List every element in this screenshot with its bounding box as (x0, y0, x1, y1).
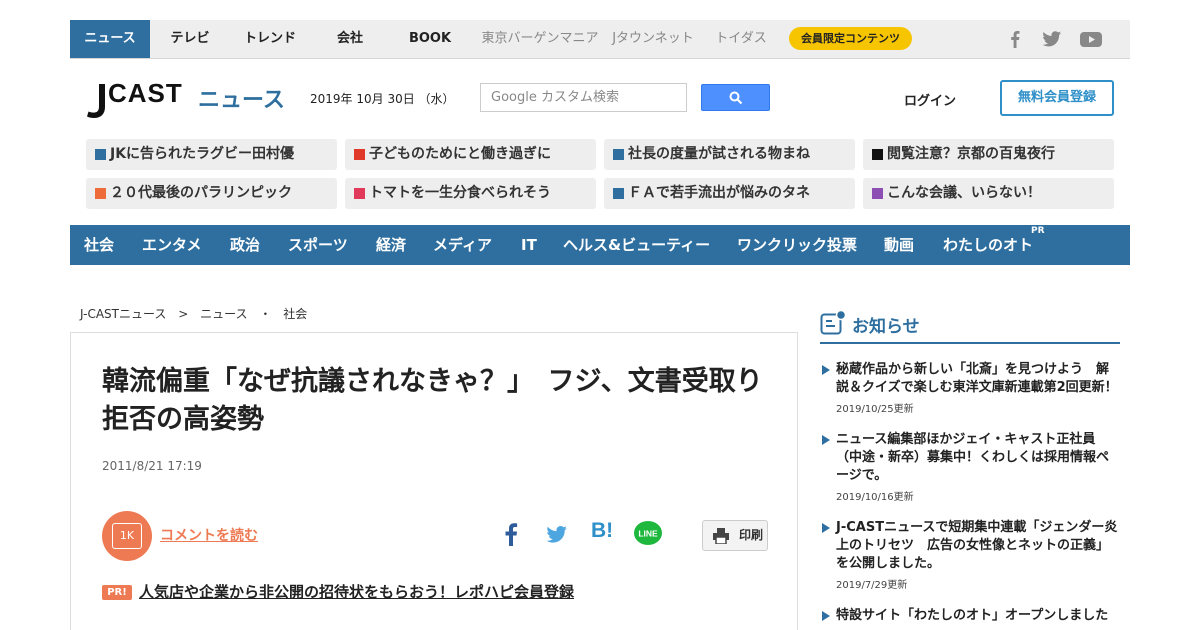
topic-item[interactable]: ＦＡで若手流出が悩みのタネ (604, 178, 855, 209)
topic-marker (613, 149, 624, 160)
pr-label: PR (1031, 226, 1045, 236)
notice-section-title: お知らせ (852, 317, 920, 337)
category-video[interactable]: 動画 (884, 225, 914, 265)
category-sports[interactable]: スポーツ (288, 225, 348, 265)
category-it[interactable]: IT (521, 225, 537, 265)
topnav-book[interactable]: BOOK (390, 20, 470, 58)
notice-item[interactable]: J-CASTニュースで短期集中連載「ジェンダー炎上のトリセツ 広告の女性像とネッ… (820, 519, 1120, 591)
topic-marker (872, 188, 883, 199)
breadcrumb-home[interactable]: J-CASTニュース (80, 307, 166, 321)
topic-label: ２０代最後のパラリンピック (110, 185, 292, 201)
breadcrumb: J-CASTニュース > ニュース ・ 社会 (80, 305, 315, 322)
twitter-share-icon[interactable] (545, 521, 569, 547)
breadcrumb-separator: ・ (259, 307, 272, 321)
category-entertainment[interactable]: エンタメ (142, 225, 202, 265)
category-navigation: 社会 エンタメ 政治 スポーツ 経済 メディア IT ヘルス&ビューティー ワン… (70, 225, 1130, 265)
comment-count: 1K (112, 523, 142, 549)
bullet-triangle-icon (822, 523, 830, 533)
line-share-icon[interactable]: LINE (633, 520, 663, 548)
member-content-button[interactable]: 会員限定コンテンツ (789, 27, 912, 50)
bullet-triangle-icon (822, 611, 830, 621)
topic-marker (354, 149, 365, 160)
pr-link[interactable]: 人気店や企業から非公開の招待状をもらおう！レポハピ会員登録 (139, 581, 574, 602)
topic-label: トマトを一生分食べられそう (369, 185, 551, 201)
topic-item[interactable]: 社長の度量が試される物まね (604, 139, 855, 170)
topic-item[interactable]: こんな会議、いらない！ (863, 178, 1114, 209)
topic-item[interactable]: 子どものためにと働き過ぎに (345, 139, 596, 170)
notice-item[interactable]: 秘蔵作品から新しい「北斎」を見つけよう 解説＆クイズで楽しむ東洋文庫新連載第2回… (820, 361, 1120, 421)
current-date: 2019年 10月 30日 （水） (310, 92, 455, 106)
search-icon (729, 91, 743, 105)
bullet-triangle-icon (822, 365, 830, 375)
category-watashi-no-oto[interactable]: わたしのオト (943, 225, 1033, 265)
topnav-trend[interactable]: トレンド (230, 20, 310, 58)
topic-label: ＦＡで若手流出が悩みのタネ (628, 185, 810, 201)
breadcrumb-separator: > (178, 307, 189, 321)
topic-label: こんな会議、いらない！ (887, 185, 1041, 201)
notice-icon (820, 310, 846, 335)
comment-count-badge[interactable]: 1K (102, 511, 152, 561)
notice-text[interactable]: 特設サイト「わたしのオト」オープンしました (836, 607, 1120, 625)
topnav-tv[interactable]: テレビ (150, 20, 230, 58)
topic-item[interactable]: ２０代最後のパラリンピック (86, 178, 337, 209)
topic-marker (613, 188, 624, 199)
svg-text:LINE: LINE (638, 529, 658, 539)
bullet-triangle-icon (822, 435, 830, 445)
topic-marker (872, 149, 883, 160)
breadcrumb-society[interactable]: 社会 (283, 307, 307, 321)
article-title: 韓流偏重「なぜ抗議されなきゃ？」 フジ、文書受取り拒否の高姿勢 (102, 366, 763, 435)
category-economy[interactable]: 経済 (376, 225, 406, 265)
topic-item[interactable]: 閲覧注意？京都の百鬼夜行 (863, 139, 1114, 170)
youtube-icon[interactable] (1079, 29, 1103, 49)
topic-label: JKに告られたラグビー田村優 (110, 146, 295, 162)
article-date: 2011/8/21 17:19 (102, 459, 202, 473)
facebook-share-icon[interactable] (502, 521, 522, 547)
logo-news: ニュース (198, 88, 285, 113)
jcast-news-logo[interactable]: CAST ニュース (86, 78, 286, 126)
topnav-bargain-mania[interactable]: 東京バーゲンマニア (476, 20, 604, 58)
topic-marker (354, 188, 365, 199)
notice-item[interactable]: ニュース編集部ほかジェイ・キャスト正社員（中途・新卒）募集中！くわしくは採用情報… (820, 431, 1120, 503)
topic-item[interactable]: JKに告られたラグビー田村優 (86, 139, 337, 170)
search-input[interactable]: Google カスタム検索 (480, 83, 687, 112)
article-panel: 韓流偏重「なぜ抗議されなきゃ？」 フジ、文書受取り拒否の高姿勢 2011/8/2… (70, 332, 798, 630)
login-link[interactable]: ログイン (904, 90, 956, 109)
notice-item[interactable]: 特設サイト「わたしのオト」オープンしました (820, 607, 1120, 630)
hatena-bookmark-icon[interactable]: B! (591, 519, 613, 543)
topic-label: 社長の度量が試される物まね (628, 146, 810, 162)
facebook-icon[interactable] (1004, 29, 1026, 49)
notice-text[interactable]: ニュース編集部ほかジェイ・キャスト正社員（中途・新卒）募集中！くわしくは採用情報… (836, 431, 1120, 485)
breadcrumb-news[interactable]: ニュース (200, 307, 247, 321)
notice-text[interactable]: J-CASTニュースで短期集中連載「ジェンダー炎上のトリセツ 広告の女性像とネッ… (836, 519, 1120, 573)
category-society[interactable]: 社会 (84, 225, 114, 265)
topic-marker (95, 149, 106, 160)
print-button[interactable]: 印刷 (702, 520, 768, 551)
topnav-company[interactable]: 会社 (310, 20, 390, 58)
category-politics[interactable]: 政治 (230, 225, 260, 265)
notice-text[interactable]: 秘蔵作品から新しい「北斎」を見つけよう 解説＆クイズで楽しむ東洋文庫新連載第2回… (836, 361, 1120, 397)
notice-date: 2019/7/29更新 (836, 580, 908, 591)
notice-date: 2019/10/16更新 (836, 492, 914, 503)
topic-label: 子どものためにと働き過ぎに (369, 146, 551, 162)
category-one-click-vote[interactable]: ワンクリック投票 (737, 225, 857, 265)
category-health-beauty[interactable]: ヘルス&ビューティー (563, 225, 710, 265)
twitter-icon[interactable] (1041, 29, 1063, 49)
logo-cast: CAST (108, 78, 183, 108)
notice-date: 2019/10/25更新 (836, 404, 914, 415)
top-navigation: ニュース テレビ トレンド 会社 BOOK 東京バーゲンマニア Jタウンネット … (70, 20, 1130, 59)
read-comments-link[interactable]: コメントを読む (160, 525, 258, 545)
topnav-toidas[interactable]: トイダス (708, 20, 774, 58)
print-label: 印刷 (739, 528, 764, 542)
topic-item[interactable]: トマトを一生分食べられそう (345, 178, 596, 209)
topnav-jtown[interactable]: Jタウンネット (608, 20, 698, 58)
topnav-news[interactable]: ニュース (70, 20, 150, 58)
category-media[interactable]: メディア (433, 225, 492, 265)
register-button[interactable]: 無料会員登録 (1000, 80, 1114, 116)
topic-label: 閲覧注意？京都の百鬼夜行 (887, 146, 1055, 162)
notice-section-header: お知らせ (820, 310, 1120, 344)
printer-icon (713, 528, 729, 544)
topic-marker (95, 188, 106, 199)
pr-badge: PR! (102, 585, 132, 600)
search-button[interactable] (701, 84, 770, 111)
